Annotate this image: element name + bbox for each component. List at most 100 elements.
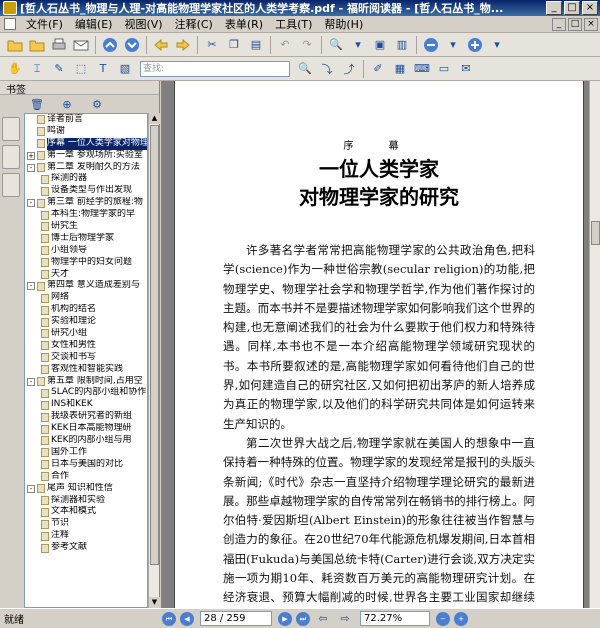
layers-tab-icon[interactable] (2, 173, 20, 197)
zoom-icon[interactable]: 🔍 (327, 36, 345, 54)
bookmark-properties-icon[interactable]: ⚙ (88, 95, 106, 113)
pen-icon[interactable]: ✎ (50, 60, 68, 78)
bookmark-item[interactable]: INS和KEK (25, 399, 147, 411)
bookmark-item[interactable]: 参考文献 (25, 542, 147, 554)
collapse-icon[interactable]: - (27, 484, 35, 493)
document-icon[interactable] (4, 18, 16, 30)
bookmark-item[interactable]: 女性和男性 (25, 340, 147, 352)
hand-tool-icon[interactable]: ✋ (6, 60, 24, 78)
bookmark-item[interactable]: 鸣谢 (25, 126, 147, 138)
typewriter-icon[interactable]: ⌨ (413, 60, 431, 78)
bookmark-item[interactable]: 物理学中的妇女问题 (25, 257, 147, 269)
menu-comment[interactable]: 注释(C) (169, 16, 219, 32)
pages-tab-icon[interactable] (2, 145, 20, 169)
undo-icon[interactable]: ↶ (276, 36, 294, 54)
print-icon[interactable] (50, 36, 68, 54)
bookmark-item[interactable]: 日本与美国的对比 (25, 459, 147, 471)
bookmark-item[interactable]: 实验和理论 (25, 316, 147, 328)
zoom-dropdown-icon[interactable]: ▾ (349, 36, 367, 54)
bookmark-item[interactable]: 探测的器 (25, 173, 147, 185)
bookmark-item[interactable]: 译者前言 (25, 114, 147, 126)
email-icon[interactable] (72, 36, 90, 54)
zoom-in-dropdown-icon[interactable]: ▾ (488, 36, 506, 54)
zoom-out-dropdown-icon[interactable]: ▾ (444, 36, 462, 54)
bookmark-item[interactable]: 设备类型与作出发现 (25, 185, 147, 197)
redo-icon[interactable]: ↷ (298, 36, 316, 54)
select-text-icon[interactable]: ⌶ (28, 60, 46, 78)
bookmark-item[interactable]: 序幕 一位人类学家对物理 (25, 137, 147, 150)
search-input[interactable]: 查找: (140, 60, 290, 77)
page-up-icon[interactable] (101, 36, 119, 54)
collapse-icon[interactable]: - (27, 282, 35, 291)
folder-icon[interactable] (28, 36, 46, 54)
bookmark-item[interactable]: 研究小组 (25, 328, 147, 340)
paste-icon[interactable]: ▤ (247, 36, 265, 54)
bookmark-item[interactable]: 合作 (25, 471, 147, 483)
add-bookmark-icon[interactable]: ⊕ (58, 95, 76, 113)
doc-minimize-button[interactable]: _ (552, 17, 566, 31)
document-scrollbar[interactable] (589, 81, 600, 608)
bookmark-item[interactable]: 网络 (25, 292, 147, 304)
scroll-up-arrow-icon[interactable]: ▲ (149, 113, 160, 124)
close-button[interactable]: × (582, 1, 598, 15)
note-icon[interactable]: ▭ (435, 60, 453, 78)
zoom-in-icon[interactable] (466, 36, 484, 54)
bookmark-item[interactable]: 文本和模式 (25, 506, 147, 518)
bookmark-item[interactable]: - 第五章 限制时间,占用空 (25, 376, 147, 388)
scrollbar-thumb[interactable] (150, 125, 159, 565)
back-arrow-icon[interactable] (152, 36, 170, 54)
bookmark-item[interactable]: KEK的内部小组与用 (25, 435, 147, 447)
open-folder-icon[interactable] (6, 36, 24, 54)
bookmark-item[interactable]: 天才 (25, 269, 147, 281)
text-tool-icon[interactable]: T (94, 60, 112, 78)
menu-form[interactable]: 表单(R) (219, 16, 269, 32)
delete-bookmark-icon[interactable]: 🗑 (28, 95, 46, 113)
bookmark-item[interactable]: 客观性和智能实践 (25, 364, 147, 376)
bookmark-item[interactable]: 注释 (25, 530, 147, 542)
last-page-icon[interactable]: ⏭ (296, 611, 310, 626)
bookmark-item[interactable]: 国外工作 (25, 447, 147, 459)
find-prev-icon[interactable]: ⤴ (340, 60, 358, 78)
menu-edit[interactable]: 编辑(E) (69, 16, 119, 32)
foxit-app-icon[interactable] (3, 1, 17, 15)
fit-page-icon[interactable]: ▣ (371, 36, 389, 54)
expand-icon[interactable]: + (27, 151, 35, 160)
comment-icon[interactable]: ✉ (457, 60, 475, 78)
page-down-icon[interactable] (123, 36, 141, 54)
zoom-out-icon[interactable]: − (436, 611, 450, 626)
fit-width-icon[interactable]: ▥ (393, 36, 411, 54)
history-back-icon[interactable]: ⇦ (314, 610, 332, 628)
bookmark-item[interactable]: 探测器和实验 (25, 495, 147, 507)
bookmarks-tab-icon[interactable] (2, 117, 20, 141)
bookmark-scrollbar[interactable]: ▲ ▼ (148, 113, 160, 608)
first-page-icon[interactable]: ⏮ (162, 611, 176, 626)
image-tool-icon[interactable]: ▧ (116, 60, 134, 78)
menu-view[interactable]: 视图(V) (118, 16, 168, 32)
previous-page-icon[interactable]: ◀ (180, 611, 194, 626)
scroll-down-arrow-icon[interactable]: ▼ (149, 597, 160, 608)
collapse-icon[interactable]: - (27, 199, 35, 208)
zoom-in-icon[interactable]: + (454, 611, 468, 626)
copy-icon[interactable]: ❐ (225, 36, 243, 54)
stamp-icon[interactable]: ▦ (391, 60, 409, 78)
bookmark-item[interactable]: - 第二章 发明耐久的方法 (25, 162, 147, 174)
bookmark-item[interactable]: 节识 (25, 518, 147, 530)
bookmark-item[interactable]: 交谈和书写 (25, 352, 147, 364)
minimize-button[interactable]: _ (546, 1, 562, 15)
cut-icon[interactable]: ✂ (203, 36, 221, 54)
bookmark-item[interactable]: 博士后物理学家 (25, 233, 147, 245)
document-view[interactable]: 序 幕 一位人类学家 对物理学家的研究 许多著名学者常常把高能物理学家的公共政治… (161, 81, 600, 624)
forward-arrow-icon[interactable] (174, 36, 192, 54)
find-icon[interactable]: 🔍 (296, 60, 314, 78)
bookmark-item[interactable]: - 第四章 意义造成差别与 (25, 280, 147, 292)
find-next-icon[interactable]: ⤵ (318, 60, 336, 78)
bookmark-tree[interactable]: 译者前言 鸣谢 序幕 一位人类学家对物理 + 第一章 参观场所:实验室 - 第二章 发明耐久… (24, 113, 148, 608)
bookmark-item[interactable]: 本科生:物理学家的早 (25, 209, 147, 221)
bookmark-item[interactable]: - 第三章 前经学的旅程:物 (25, 197, 147, 209)
collapse-icon[interactable]: - (27, 377, 35, 386)
bookmark-item[interactable]: - 尾声 知识和性信 (25, 483, 147, 495)
bookmark-item[interactable]: + 第一章 参观场所:实验室 (25, 150, 147, 162)
menu-help[interactable]: 帮助(H) (318, 16, 369, 32)
collapse-icon[interactable]: - (27, 163, 35, 172)
doc-restore-button[interactable]: □ (568, 17, 582, 31)
